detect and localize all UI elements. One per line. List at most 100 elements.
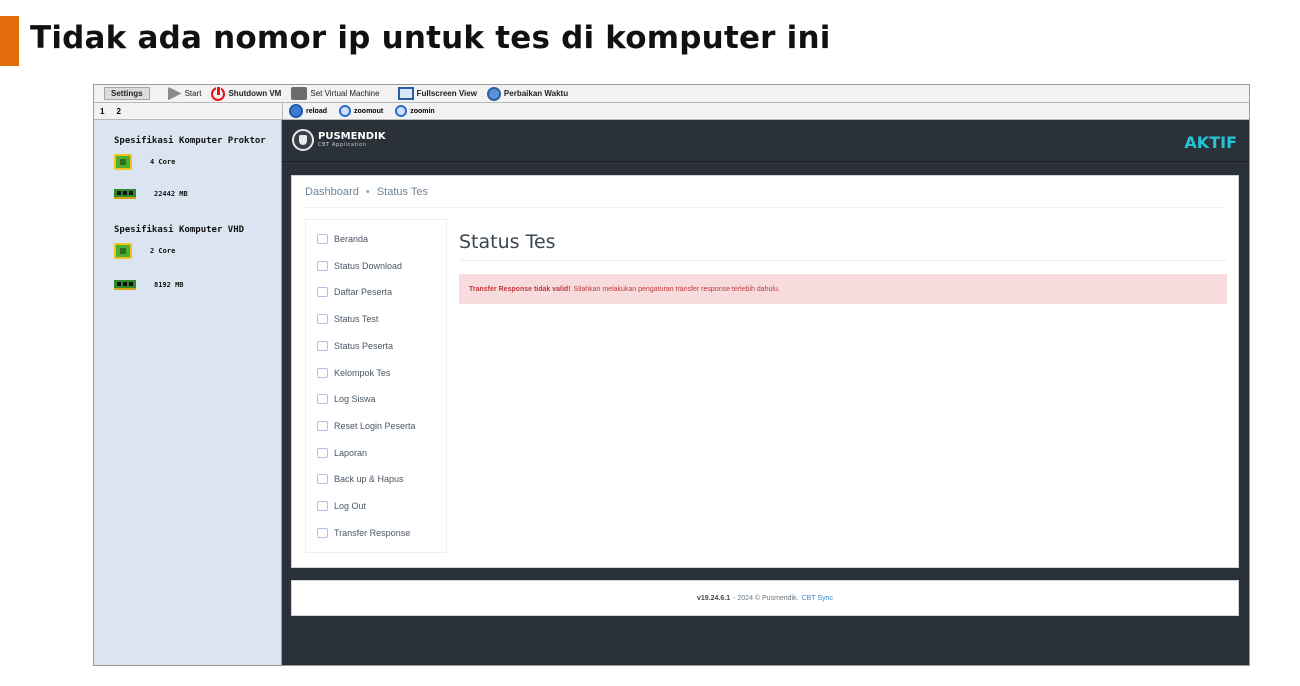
app-header: PUSMENDIK CBT Application AKTIF — [282, 120, 1249, 162]
menu-edit-icon — [317, 314, 328, 325]
start-button[interactable]: Start — [167, 86, 202, 101]
menu-cloud-icon — [317, 260, 328, 271]
tab-2[interactable]: 2 — [110, 107, 126, 116]
reload-button[interactable]: reload — [289, 104, 327, 118]
menu-item[interactable]: Laporan — [317, 447, 368, 458]
app-window: Settings Start Shutdown VM Set Virtual M… — [93, 84, 1250, 666]
virtual-machine-icon — [291, 87, 308, 100]
zoomout-label: zoomout — [354, 107, 384, 115]
logo-emblem-icon — [292, 129, 314, 151]
logo-text: PUSMENDIK — [318, 130, 386, 142]
vhd-cpu-value: 2 Core — [150, 247, 176, 255]
proktor-cpu-value: 4 Core — [150, 158, 176, 166]
error-alert: Transfer Response tidak valid! Silahkan … — [459, 274, 1227, 304]
divider — [459, 260, 1227, 261]
fullscreen-button[interactable]: Fullscreen View — [397, 87, 477, 100]
fullscreen-label: Fullscreen View — [416, 89, 477, 98]
side-menu: Beranda Status Download Daftar Peserta Stat… — [305, 219, 447, 553]
logo-subtitle: CBT Application — [318, 141, 367, 148]
perbaikan-label: Perbaikan Waktu — [503, 89, 569, 98]
menu-item-label: Status Test — [334, 314, 379, 325]
menu-item[interactable]: Transfer Response — [317, 527, 410, 538]
menu-logout-icon — [317, 501, 328, 511]
menu-home-icon — [317, 234, 328, 244]
proktor-ram-row: 22442 MB — [114, 189, 188, 199]
menu-refresh-icon — [317, 420, 328, 431]
cpu-icon — [114, 243, 132, 259]
menu-copy-icon — [317, 287, 328, 298]
menu-item-label: Reset Login Peserta — [334, 420, 416, 431]
ram-icon — [114, 189, 136, 199]
menu-item[interactable]: Status Test — [317, 314, 379, 325]
menu-copy-icon — [317, 394, 328, 405]
clock-icon — [486, 86, 501, 101]
shutdown-label: Shutdown VM — [228, 89, 282, 98]
menu-item-label: Log Siswa — [334, 394, 376, 405]
menu-item[interactable]: Status Download — [317, 260, 403, 271]
menu-item-label: Status Peserta — [334, 340, 394, 351]
zoomout-button[interactable]: zoomout — [339, 105, 383, 117]
menu-printer-icon — [317, 447, 328, 458]
menu-item[interactable]: Daftar Peserta — [317, 287, 393, 298]
page-title: Status Tes — [459, 231, 556, 253]
proktor-cpu-row: 4 Core — [114, 154, 175, 170]
set-vm-label: Set Virtual Machine — [310, 89, 380, 98]
menu-item-label: Daftar Peserta — [334, 287, 393, 298]
slide-title: Tidak ada nomor ip untuk tes di komputer… — [30, 20, 831, 56]
breadcrumb-separator: • — [365, 186, 370, 198]
app-footer: v19.24.6.1 - 2024 © Pusmendik. CBT Sync — [291, 580, 1239, 616]
menu-item[interactable]: Status Peserta — [317, 340, 394, 351]
menu-item[interactable]: Reset Login Peserta — [317, 420, 416, 431]
vhd-ram-value: 8192 MB — [154, 281, 184, 289]
vhd-cpu-row: 2 Core — [114, 243, 175, 259]
reload-icon — [289, 104, 303, 118]
menu-user-icon — [317, 367, 328, 378]
alert-strong: Transfer Response tidak valid! — [469, 285, 571, 293]
menu-item[interactable]: Kelompok Tes — [317, 367, 391, 378]
menu-item-label: Status Download — [334, 260, 403, 271]
main-toolbar: Settings Start Shutdown VM Set Virtual M… — [94, 85, 1249, 103]
menu-item-label: Beranda — [334, 234, 369, 244]
settings-button[interactable]: Settings — [104, 87, 150, 100]
menu-item-label: Back up & Hapus — [334, 474, 404, 485]
breadcrumb-current: Status Tes — [376, 186, 428, 198]
alert-text: Silahkan melakukan pengaturan transfer r… — [573, 285, 780, 293]
proktor-ram-value: 22442 MB — [154, 190, 188, 198]
menu-item-label: Kelompok Tes — [334, 367, 391, 378]
sidebar-tabs: 1 2 — [94, 103, 282, 120]
zoom-in-icon — [395, 105, 408, 117]
zoom-out-icon — [339, 105, 352, 117]
start-label: Start — [184, 89, 202, 98]
version-text: v19.24.6.1 — [697, 594, 731, 602]
vhd-ram-row: 8192 MB — [114, 280, 184, 290]
vhd-spec-title: Spesifikasi Komputer VHD — [114, 225, 245, 235]
menu-gear-icon — [317, 474, 328, 485]
menu-item[interactable]: Log Siswa — [317, 394, 376, 405]
breadcrumb-home[interactable]: Dashboard — [305, 186, 359, 198]
menu-item[interactable]: Log Out — [317, 501, 366, 511]
browser-toolbar: reload zoomout zoomin — [282, 103, 1249, 120]
reload-label: reload — [306, 107, 328, 115]
fullscreen-icon — [397, 87, 414, 100]
tab-1[interactable]: 1 — [94, 107, 110, 116]
cpu-icon — [114, 154, 132, 170]
pusmendik-logo[interactable]: PUSMENDIK CBT Application — [292, 129, 386, 151]
menu-item-label: Log Out — [334, 501, 367, 511]
slide-accent-bar — [0, 16, 19, 66]
cbt-sync-link[interactable]: CBT Sync — [802, 595, 833, 602]
footer-text: - 2024 © Pusmendik. — [733, 594, 799, 602]
menu-item-label: Laporan — [334, 447, 368, 458]
cbt-app-view: PUSMENDIK CBT Application AKTIF Dashboar… — [282, 120, 1249, 665]
zoomin-button[interactable]: zoomin — [395, 105, 435, 117]
perbaikan-waktu-button[interactable]: Perbaikan Waktu — [486, 86, 569, 101]
breadcrumb: Dashboard • Status Tes — [305, 186, 428, 198]
shutdown-vm-button[interactable]: Shutdown VM — [211, 85, 282, 101]
play-icon — [167, 86, 182, 101]
menu-rss-icon — [317, 527, 328, 538]
menu-item[interactable]: Back up & Hapus — [317, 474, 404, 485]
spec-panel: Spesifikasi Komputer Proktor 4 Core 2244… — [94, 120, 282, 665]
menu-item[interactable]: Beranda — [317, 234, 368, 244]
menu-user-icon — [317, 340, 328, 351]
power-icon — [211, 85, 226, 101]
set-vm-button[interactable]: Set Virtual Machine — [291, 87, 380, 100]
